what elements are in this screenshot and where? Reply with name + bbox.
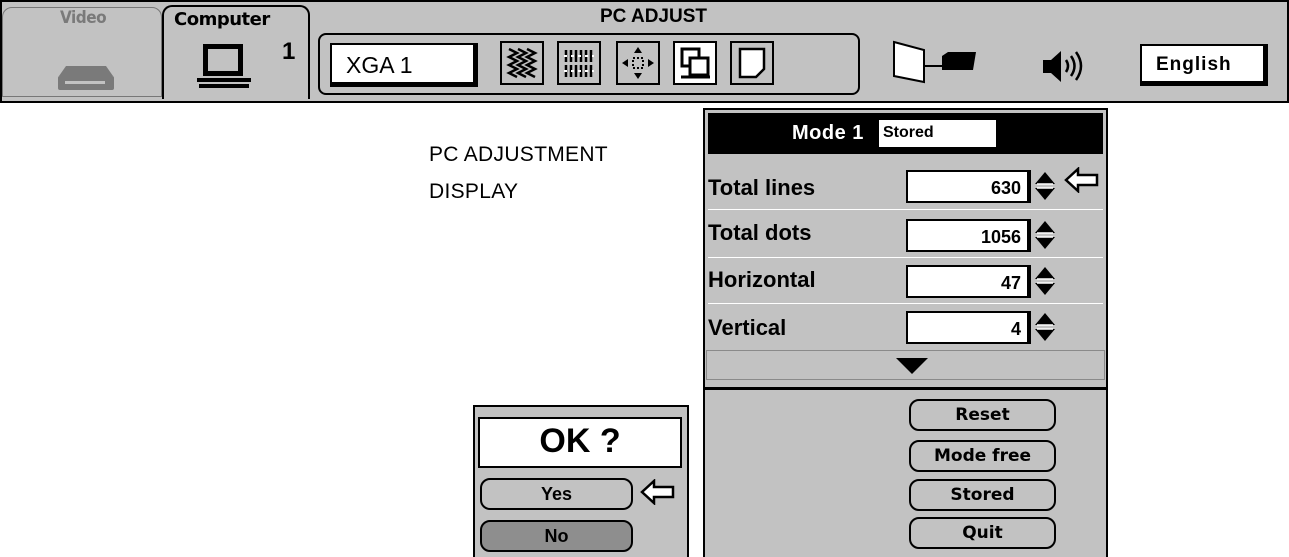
reset-button[interactable]: Reset <box>909 399 1056 431</box>
language-selector[interactable]: English <box>1140 44 1268 86</box>
mode-number: 1 <box>852 122 864 144</box>
sync-icon[interactable] <box>500 41 544 85</box>
screen-icon[interactable] <box>730 41 774 85</box>
spin-arrows-icon[interactable] <box>1034 220 1056 250</box>
panel-divider <box>703 387 1108 390</box>
page-title: PC ADJUST <box>600 6 707 27</box>
projector-icon[interactable] <box>890 40 990 90</box>
stored-button[interactable]: Stored <box>909 479 1056 511</box>
vertical-value[interactable]: 4 <box>906 311 1031 344</box>
row-label-total-lines: Total lines <box>708 175 816 200</box>
row-separator <box>708 209 1103 210</box>
row-label-vertical: Vertical <box>708 315 787 340</box>
total-dots-value[interactable]: 1056 <box>906 219 1031 252</box>
spin-arrows-icon[interactable] <box>1034 266 1056 296</box>
horizontal-value[interactable]: 47 <box>906 265 1031 298</box>
mode-free-button[interactable]: Mode free <box>909 440 1056 472</box>
mode-status: Stored <box>877 118 998 149</box>
pc-adjust-icon[interactable] <box>673 41 717 85</box>
position-icon[interactable] <box>616 41 660 85</box>
scroll-down-icon[interactable] <box>894 357 930 375</box>
no-button[interactable]: No <box>480 520 633 552</box>
input-mode-display: XGA 1 <box>330 43 478 87</box>
row-separator <box>708 257 1103 258</box>
computer-input-number: 1 <box>282 38 296 65</box>
row-label-horizontal: Horizontal <box>708 267 816 292</box>
row-separator <box>708 303 1103 304</box>
caption-display: DISPLAY <box>429 180 519 203</box>
pointer-arrow-icon <box>640 479 675 505</box>
dialog-title: OK ? <box>478 417 682 468</box>
spin-arrows-icon[interactable] <box>1034 171 1056 201</box>
spin-arrows-icon[interactable] <box>1034 312 1056 342</box>
total-dots-icon[interactable] <box>557 41 601 85</box>
computer-icon <box>197 44 251 88</box>
tab-video-label: Video <box>60 8 107 28</box>
quit-button[interactable]: Quit <box>909 517 1056 549</box>
vcr-icon <box>58 66 114 90</box>
row-label-total-dots: Total dots <box>708 220 812 245</box>
pointer-arrow-icon <box>1064 167 1099 193</box>
yes-button[interactable]: Yes <box>480 478 633 510</box>
total-lines-value[interactable]: 630 <box>906 170 1031 203</box>
speaker-icon[interactable] <box>1040 47 1100 87</box>
mode-label: Mode 1 <box>792 122 864 144</box>
tab-computer-label: Computer <box>174 9 270 30</box>
caption-pc-adjustment: PC ADJUSTMENT <box>429 143 608 166</box>
